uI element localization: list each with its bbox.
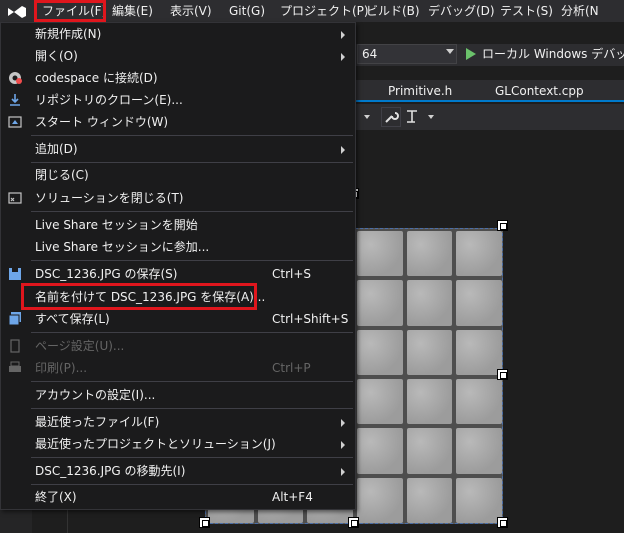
menu-item-live-share-start[interactable]: Live Share セッションを開始 [1,214,355,236]
highlight-box-file-menu [34,0,106,22]
menu-item-recent-files[interactable]: 最近使ったファイル(F) [1,411,355,433]
menu-analyze[interactable]: 分析(N [561,0,599,22]
resize-handle[interactable] [497,369,508,380]
menu-separator [31,332,353,333]
tab-primitive-h[interactable]: Primitive.h [388,80,452,102]
menu-item-live-share-join[interactable]: Live Share セッションに参加... [1,236,355,258]
platform-dropdown[interactable]: 64 [357,44,457,64]
platform-value: 64 [362,47,378,61]
menu-separator [31,162,353,163]
codespace-icon [9,72,22,84]
menu-separator [31,484,353,485]
file-menu-dropdown: 新規作成(N) 開く(O) codespace に接続(D) リポジトリのクロー… [0,22,356,510]
menu-separator [31,381,353,382]
visual-studio-logo-icon [8,6,26,18]
menu-item-clone-repo[interactable]: リポジトリのクローン(E)... [1,89,355,111]
start-window-icon [8,116,22,128]
chevron-down-icon[interactable] [446,49,454,54]
submenu-arrow-icon [341,419,345,427]
menu-separator [31,260,353,261]
menu-edit[interactable]: 編集(E) [112,0,153,22]
menu-item-start-window[interactable]: スタート ウィンドウ(W) [1,111,355,133]
submenu-arrow-icon [341,468,345,476]
page-setup-icon [10,339,20,353]
tab-underline [355,100,624,102]
menu-item-connect-codespace[interactable]: codespace に接続(D) [1,67,355,89]
resize-handle[interactable] [348,517,359,528]
highlight-box-save-as [21,283,257,310]
submenu-arrow-icon [341,53,345,61]
menu-build[interactable]: ビルド(B) [366,0,420,22]
menu-separator [31,135,353,136]
save-icon [9,268,21,280]
chevron-down-icon[interactable] [364,115,370,119]
menu-separator [31,457,353,458]
close-solution-icon [8,192,22,204]
menu-item-move-to[interactable]: DSC_1236.JPG の移動先(I) [1,460,355,482]
menu-item-print: 印刷(P)... Ctrl+P [1,357,355,379]
tab-glcontext-cpp[interactable]: GLContext.cpp [495,80,584,102]
menu-item-new[interactable]: 新規作成(N) [1,23,355,45]
submenu-arrow-icon [341,441,345,449]
text-tool-icon[interactable] [404,107,424,127]
menu-item-page-setup: ページ設定(U)... [1,335,355,357]
wrench-icon[interactable] [381,107,401,127]
vs-window: 64 ローカル Windows デバッガー Primitive.h GLCont… [0,0,624,533]
menu-separator [31,211,353,212]
menu-item-save-all[interactable]: すべて保存(L) Ctrl+Shift+S [1,308,355,330]
start-debugging-button[interactable]: ローカル Windows デバッガー [482,45,624,63]
menu-item-save[interactable]: DSC_1236.JPG の保存(S) Ctrl+S [1,263,355,285]
save-all-icon [8,312,21,326]
submenu-arrow-icon [341,31,345,39]
menu-git[interactable]: Git(G) [229,0,265,22]
menu-test[interactable]: テスト(S) [500,0,553,22]
menu-item-close-solution[interactable]: ソリューションを閉じる(T) [1,187,355,209]
menu-item-open[interactable]: 開く(O) [1,45,355,67]
resize-handle[interactable] [199,517,210,528]
menu-debug[interactable]: デバッグ(D) [428,0,495,22]
resize-handle[interactable] [497,220,508,231]
print-icon [9,361,21,372]
menu-item-account-settings[interactable]: アカウントの設定(I)... [1,384,355,406]
play-icon[interactable] [466,48,476,60]
menu-item-add[interactable]: 追加(D) [1,138,355,160]
menu-item-close[interactable]: 閉じる(C) [1,164,355,186]
menu-separator [31,408,353,409]
submenu-arrow-icon [341,146,345,154]
menu-view[interactable]: 表示(V) [170,0,212,22]
menu-project[interactable]: プロジェクト(P) [280,0,369,22]
menu-item-recent-projects[interactable]: 最近使ったプロジェクトとソリューション(J) [1,433,355,455]
menu-item-exit[interactable]: 終了(X) Alt+F4 [1,486,355,508]
chevron-down-icon[interactable] [428,115,434,119]
resize-handle[interactable] [497,517,508,528]
clone-icon [10,94,20,106]
